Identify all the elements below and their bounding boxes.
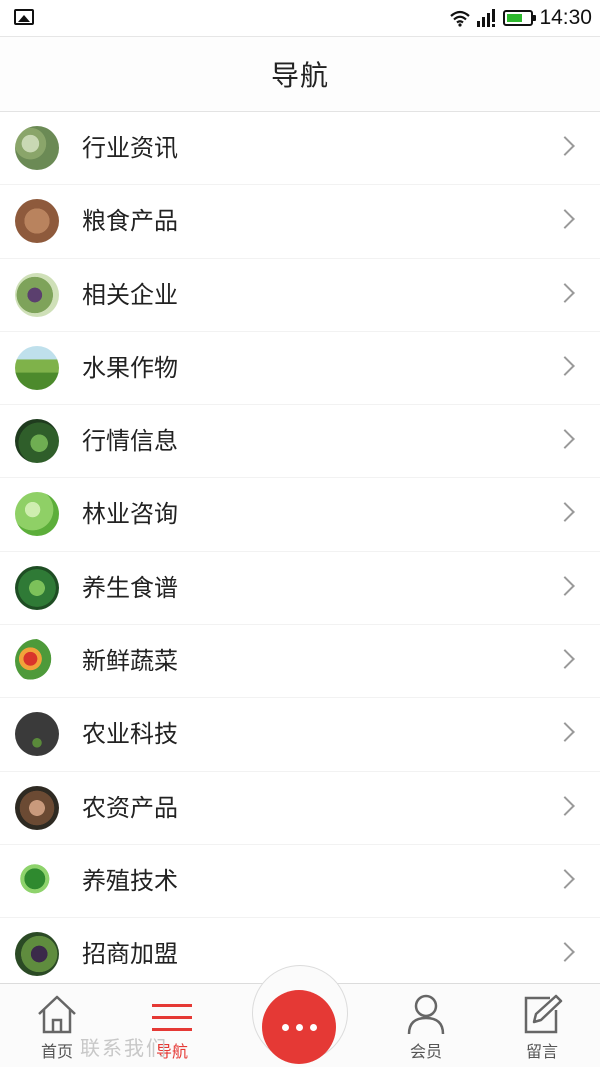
chevron-right-icon [555,502,575,523]
eggplant-photo-icon [15,126,59,170]
image-notification-icon [14,9,34,25]
chevron-right-icon [555,136,575,156]
eggplant-dark-photo-icon [15,932,59,977]
tab-message-label: 留言 [525,1042,558,1061]
nav-item-agri-tech[interactable]: 农业科技 [0,698,600,772]
tab-member[interactable]: 会员 [376,984,476,1067]
nav-item-fruit-crops[interactable]: 水果作物 [0,331,600,406]
nav-item-market-info[interactable]: 行情信息 [0,405,600,479]
nav-item-grain-products[interactable]: 粮食产品 [0,185,600,259]
nav-item-label: 招商加盟 [82,940,178,969]
home-icon [38,995,76,1034]
hands-soil-photo-icon [15,785,59,830]
signal-icon [477,9,496,27]
chevron-right-icon [555,795,575,816]
chevron-right-icon [555,429,575,450]
nav-item-label: 林业咨询 [82,500,178,529]
battery-icon [503,10,537,26]
bok-choy-photo-icon [15,858,59,903]
grape-photo-icon [15,272,59,317]
nav-item-label: 养殖技术 [82,866,178,895]
edit-icon [524,994,563,1034]
nav-item-label: 粮食产品 [82,207,178,236]
more-dot-icon [281,1023,289,1031]
field-photo-icon [15,345,59,390]
contact-us-ghost-text: 联系我们 [80,1036,168,1060]
page-title: 导航 [270,59,329,92]
nav-item-agri-supplies[interactable]: 农资产品 [0,771,600,845]
more-dot-icon [309,1023,317,1031]
nav-item-label: 农业科技 [82,720,178,749]
pea-pod-photo-icon [15,565,59,610]
chevron-right-icon [555,355,575,376]
chevron-right-icon [555,209,575,230]
more-button[interactable] [262,990,336,1064]
nav-item-label: 新鲜蔬菜 [82,647,178,676]
nav-list: 行业资讯 粮食产品 相关企业 水果作物 行情信息 林业咨询 养生食谱 新鲜蔬菜 [0,112,600,992]
nav-item-label: 相关企业 [82,280,178,309]
nav-item-health-recipes[interactable]: 养生食谱 [0,551,600,626]
chevron-right-icon [555,282,575,303]
nav-item-fresh-vegetables[interactable]: 新鲜蔬菜 [0,625,600,699]
nav-item-label: 养生食谱 [82,573,178,602]
green-bokeh-photo-icon [15,492,59,537]
nav-item-label: 水果作物 [82,353,178,382]
nav-item-label: 农资产品 [82,793,178,822]
chevron-right-icon [555,942,575,963]
soil-photo-icon [15,199,59,244]
wifi-icon [450,10,471,27]
nav-item-breeding-tech[interactable]: 养殖技术 [0,844,600,919]
leaf-photo-icon [15,419,59,464]
sprout-photo-icon [15,712,59,757]
nav-item-label: 行业资讯 [82,134,178,162]
tab-member-label: 会员 [409,1042,442,1061]
chevron-right-icon [555,722,575,743]
tab-message[interactable]: 留言 [492,984,592,1067]
nav-item-forestry-consulting[interactable]: 林业咨询 [0,478,600,552]
chevron-right-icon [555,869,575,889]
vegetables-photo-icon [15,639,59,684]
nav-item-related-companies[interactable]: 相关企业 [0,258,600,332]
status-bar: 14:30 [0,0,600,36]
nav-item-industry-news[interactable]: 行业资讯 [0,112,600,186]
user-icon [407,994,445,1035]
chevron-right-icon [555,575,575,596]
page-header: 导航 [0,36,600,112]
menu-icon [152,1004,192,1031]
more-dot-icon [295,1023,303,1031]
nav-item-label: 行情信息 [82,427,178,456]
status-time: 14:30 [539,6,592,29]
status-icons: 14:30 [449,5,592,31]
chevron-right-icon [555,649,575,669]
